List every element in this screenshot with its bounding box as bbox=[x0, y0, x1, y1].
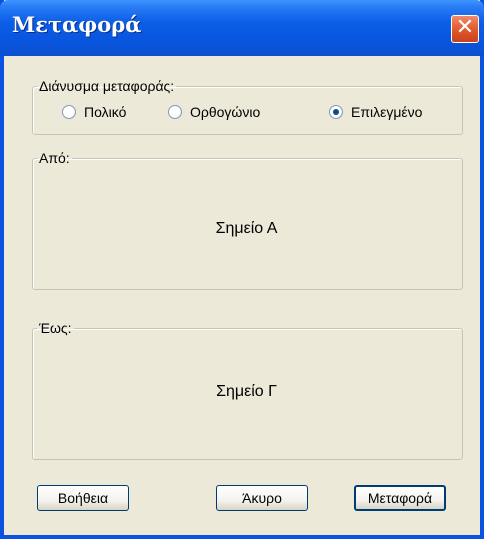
dialog-content: Διάνυσμα μεταφοράς: Πολικό Ορθογώνιο Επι… bbox=[4, 56, 480, 535]
radio-rectangular-indicator[interactable] bbox=[168, 105, 182, 119]
close-icon: ✕ bbox=[455, 15, 475, 40]
radio-selected-label: Επιλεγμένο bbox=[351, 104, 423, 120]
help-button[interactable]: Βοήθεια bbox=[37, 485, 129, 511]
radio-polar-label: Πολικό bbox=[84, 104, 127, 120]
to-groupbox-label: Έως: bbox=[39, 320, 72, 336]
to-point-value: Σημείο Γ bbox=[216, 383, 277, 400]
radio-polar-indicator[interactable] bbox=[62, 105, 76, 119]
radio-selected-indicator[interactable] bbox=[329, 105, 343, 119]
close-button[interactable]: ✕ bbox=[451, 15, 479, 43]
cancel-button[interactable]: Άκυρο bbox=[216, 485, 308, 511]
radio-selected[interactable]: Επιλεγμένο bbox=[329, 104, 422, 120]
from-groupbox-label: Από: bbox=[39, 150, 70, 166]
radio-rectangular-label: Ορθογώνιο bbox=[190, 104, 261, 120]
radio-rectangular[interactable]: Ορθογώνιο bbox=[168, 104, 260, 120]
translation-dialog: Μεταφορά ✕ Διάνυσμα μεταφοράς: Πολικό Ορ… bbox=[0, 0, 484, 539]
window-title: Μεταφορά bbox=[12, 12, 142, 37]
translate-button[interactable]: Μεταφορά bbox=[354, 485, 446, 511]
from-point-value: Σημείο Α bbox=[215, 220, 278, 237]
radio-polar[interactable]: Πολικό bbox=[62, 104, 126, 120]
vector-groupbox-label: Διάνυσμα μεταφοράς: bbox=[39, 78, 175, 94]
title-bar[interactable]: Μεταφορά ✕ bbox=[0, 0, 484, 56]
